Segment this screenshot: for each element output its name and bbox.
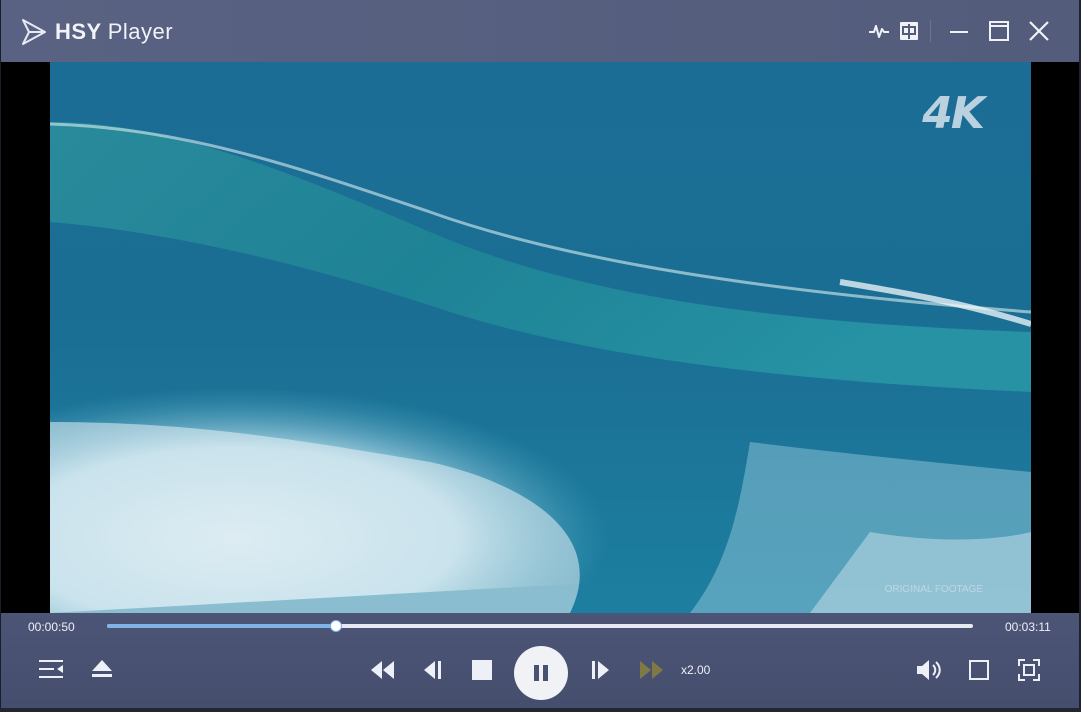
pause-icon [534,665,548,681]
player-window: HSY Player 4K ORIGINAL FOOTAGE 00:00:50 … [1,0,1079,708]
window-mode-icon[interactable] [968,659,990,681]
play-pause-button[interactable] [514,646,568,700]
playlist-icon[interactable] [38,658,64,680]
seek-handle[interactable] [330,620,343,632]
total-time: 00:03:11 [1005,620,1051,634]
4k-badge: 4K [922,88,985,139]
title-bar[interactable]: HSY Player [1,0,1079,62]
volume-icon[interactable] [915,658,943,682]
next-frame-icon[interactable] [589,659,611,681]
maximize-icon[interactable] [988,20,1010,42]
current-time: 00:00:50 [28,620,75,634]
seek-bar[interactable] [107,620,973,632]
waveform-icon[interactable] [868,20,890,42]
previous-frame-icon[interactable] [422,659,444,681]
app-logo-icon [22,19,46,45]
titlebar-divider [930,20,931,42]
minimize-icon[interactable] [948,20,970,42]
stop-icon[interactable] [471,659,493,681]
playback-speed[interactable]: x2.00 [681,663,710,677]
desktop-strip [0,708,1081,712]
fast-forward-icon[interactable] [639,659,665,681]
app-title: HSY Player [55,19,173,45]
chinese-language-icon[interactable] [898,20,920,42]
rewind-icon[interactable] [369,659,395,681]
video-area[interactable]: 4K ORIGINAL FOOTAGE [1,62,1079,613]
close-icon[interactable] [1028,20,1050,42]
footage-watermark: ORIGINAL FOOTAGE [884,584,983,595]
eject-icon[interactable] [91,658,113,680]
app-title-bold: HSY [55,19,102,44]
fullscreen-icon[interactable] [1018,659,1040,681]
ocean-wave-scene [50,62,1031,613]
video-frame[interactable]: 4K ORIGINAL FOOTAGE [50,62,1031,613]
seek-bar-progress [107,624,337,628]
app-title-rest: Player [107,19,174,44]
control-panel: 00:00:50 00:03:11 x2.00 [1,613,1079,708]
